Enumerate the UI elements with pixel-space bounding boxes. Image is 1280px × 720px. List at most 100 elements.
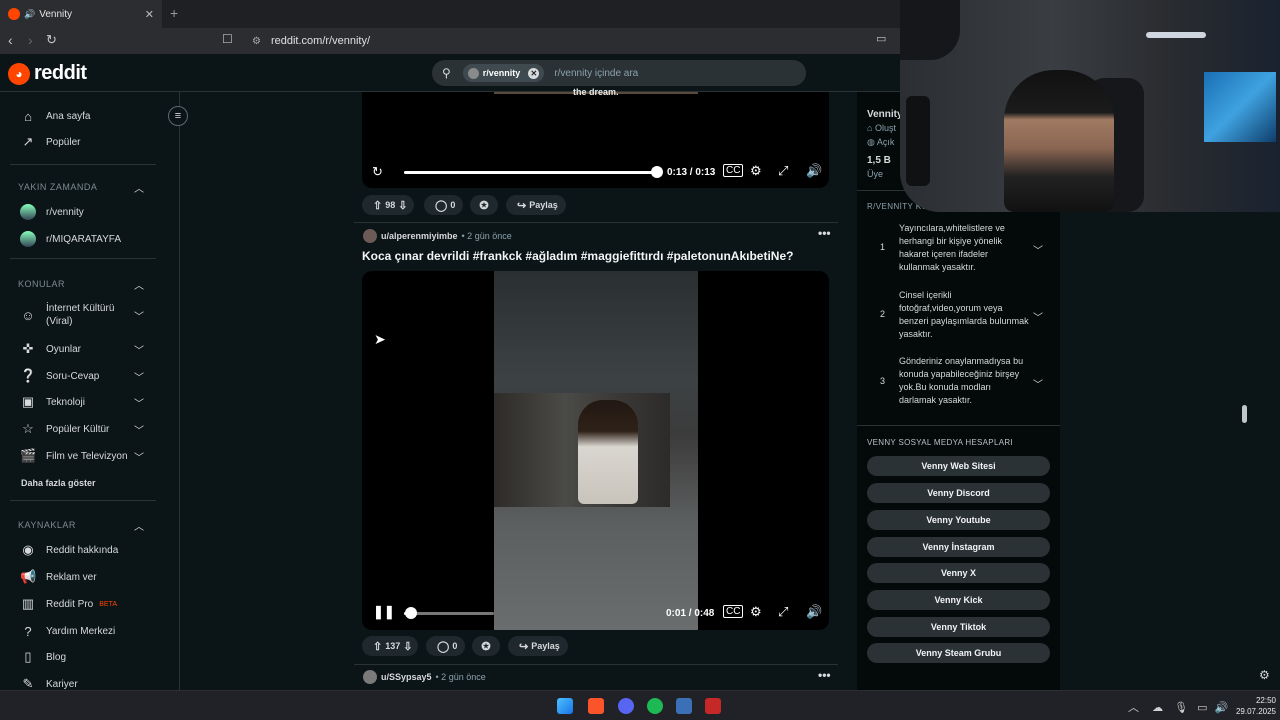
close-tab-icon[interactable]: ✕ xyxy=(145,8,154,21)
post3-author[interactable]: u/SSypsay5 xyxy=(381,672,432,682)
nav-home[interactable]: ⌂ Ana sayfa xyxy=(20,106,90,126)
chevron-down-icon[interactable]: ﹀ xyxy=(1033,242,1043,257)
forward-icon[interactable]: › xyxy=(28,32,33,48)
settings-gear-icon[interactable]: ⚙ xyxy=(750,163,762,179)
recent-item-miqaratayfa[interactable]: r/MIQARATAYFA xyxy=(20,229,121,249)
social-button-tiktok[interactable]: Venny Tiktok xyxy=(867,617,1050,637)
spotify-icon[interactable] xyxy=(647,698,663,714)
fullscreen-icon[interactable]: ⤢ xyxy=(778,163,788,179)
chevron-down-icon[interactable]: ﹀ xyxy=(134,308,144,323)
new-tab-icon[interactable]: + xyxy=(170,5,178,21)
chevron-up-icon[interactable]: ︿ xyxy=(134,518,144,533)
chevron-down-icon[interactable]: ﹀ xyxy=(1033,309,1043,324)
reddit-logo[interactable]: ◕ reddit xyxy=(8,62,87,85)
user-avatar[interactable] xyxy=(363,670,377,684)
social-button-instagram[interactable]: Venny İnstagram xyxy=(867,537,1050,557)
browser-tab[interactable]: 🔊 Vennity ✕ xyxy=(0,0,162,28)
topics-header[interactable]: KONULAR xyxy=(18,279,65,289)
settings-gear-icon[interactable]: ⚙ xyxy=(750,604,762,620)
topic-internet-culture[interactable]: ☺ İnternet Kültürü (Viral) ﹀ xyxy=(20,300,144,330)
recent-item-vennity[interactable]: r/vennity xyxy=(20,202,84,222)
social-button-youtube[interactable]: Venny Youtube xyxy=(867,510,1050,530)
post2-author[interactable]: u/alperenmiyimbe xyxy=(381,231,458,241)
audio-playing-icon[interactable]: 🔊 xyxy=(24,9,35,20)
chevron-down-icon[interactable]: ﹀ xyxy=(134,395,144,410)
topic-film-tv[interactable]: 🎬 Film ve Televizyon ﹀ xyxy=(20,446,144,466)
chevron-up-icon[interactable]: ︿ xyxy=(134,180,144,195)
post2-comments-button[interactable]: ◯ 0 xyxy=(426,636,466,656)
downvote-icon[interactable]: ⇩ xyxy=(403,640,412,653)
video-progress-handle[interactable] xyxy=(405,607,417,619)
more-options-icon[interactable]: ••• xyxy=(818,668,831,682)
topic-qa[interactable]: ❔ Soru-Cevap ﹀ xyxy=(20,366,144,386)
more-options-icon[interactable]: ••• xyxy=(818,226,831,240)
resource-help[interactable]: ? Yardım Merkezi xyxy=(20,621,115,641)
app-icon[interactable] xyxy=(705,698,721,714)
downvote-icon[interactable]: ⇩ xyxy=(398,199,407,212)
post1-comments-button[interactable]: ◯ 0 xyxy=(424,195,464,215)
chevron-down-icon[interactable]: ﹀ xyxy=(1033,376,1043,391)
chevron-down-icon[interactable]: ﹀ xyxy=(134,369,144,384)
windows-start-icon[interactable] xyxy=(557,698,573,714)
social-button-discord[interactable]: Venny Discord xyxy=(867,483,1050,503)
scrollbar-thumb[interactable] xyxy=(1242,405,1247,423)
settings-gear-icon[interactable]: ⚙ xyxy=(1259,668,1270,682)
brave-browser-icon[interactable] xyxy=(588,698,604,714)
clear-chip-icon[interactable]: ✕ xyxy=(528,67,540,79)
topic-games[interactable]: ✜ Oyunlar ﹀ xyxy=(20,339,144,359)
subreddit-filter-chip[interactable]: r/vennity ✕ xyxy=(462,64,545,82)
post1-share-button[interactable]: ↪ Paylaş xyxy=(506,195,566,215)
post2-title[interactable]: Koca çınar devrildi #frankck #ağladım #m… xyxy=(362,249,793,263)
cloud-icon[interactable]: ☁ xyxy=(1152,702,1163,714)
captions-icon[interactable]: CC xyxy=(723,605,744,618)
captions-icon[interactable]: CC xyxy=(723,164,744,177)
chevron-down-icon[interactable]: ﹀ xyxy=(134,422,144,437)
chevron-up-icon[interactable]: ︿ xyxy=(1128,702,1139,714)
back-icon[interactable]: ‹ xyxy=(8,32,13,48)
volume-icon[interactable]: 🔊 xyxy=(806,604,822,620)
resource-advertise[interactable]: 📢 Reklam ver xyxy=(20,567,97,587)
topic-technology[interactable]: ▣ Teknoloji ﹀ xyxy=(20,392,144,412)
nav-popular[interactable]: ↗ Popüler xyxy=(20,132,81,152)
address-bar[interactable]: ⚙ reddit.com/r/vennity/ xyxy=(244,31,904,51)
site-info-icon[interactable]: ⚙ xyxy=(252,36,261,47)
user-avatar[interactable] xyxy=(363,229,377,243)
show-more-link[interactable]: Daha fazla göster xyxy=(21,473,96,493)
discord-icon[interactable] xyxy=(618,698,634,714)
rule-text[interactable]: Cinsel içerikli fotoğraf,video,yorum vey… xyxy=(899,289,1029,341)
video-progress-track[interactable] xyxy=(404,612,494,615)
upvote-icon[interactable]: ⇧ xyxy=(373,640,382,653)
network-icon[interactable]: ▭ xyxy=(1197,702,1207,714)
social-button-steam[interactable]: Venny Steam Grubu xyxy=(867,643,1050,663)
upvote-icon[interactable]: ⇧ xyxy=(373,199,382,212)
taskbar-clock[interactable]: 22:50 29.07.2025 xyxy=(1226,695,1276,717)
app-icon[interactable] xyxy=(676,698,692,714)
resource-reddit-pro[interactable]: ▥ Reddit Pro BETA xyxy=(20,594,117,614)
post2-share-button[interactable]: ↪ Paylaş xyxy=(508,636,568,656)
microphone-icon[interactable]: 🎙 xyxy=(1174,702,1188,714)
collapse-sidebar-button[interactable]: ≡ xyxy=(168,106,188,126)
video-progress-handle[interactable] xyxy=(651,166,663,178)
social-button-website[interactable]: Venny Web Sitesi xyxy=(867,456,1050,476)
social-button-kick[interactable]: Venny Kick xyxy=(867,590,1050,610)
post2-award-button[interactable]: ✪ xyxy=(472,636,500,656)
bookmark-icon[interactable]: ☐ xyxy=(222,32,233,46)
social-button-x[interactable]: Venny X xyxy=(867,563,1050,583)
post1-award-button[interactable]: ✪ xyxy=(470,195,498,215)
search-bar[interactable]: ⚲ r/vennity ✕ r/vennity içinde ara xyxy=(432,60,806,86)
chevron-up-icon[interactable]: ︿ xyxy=(134,277,144,292)
cast-icon[interactable]: ▭ xyxy=(876,32,886,45)
chevron-down-icon[interactable]: ﹀ xyxy=(134,449,144,464)
chevron-down-icon[interactable]: ﹀ xyxy=(134,342,144,357)
reload-icon[interactable]: ↻ xyxy=(46,32,57,48)
resource-blog[interactable]: ▯ Blog xyxy=(20,647,66,667)
fullscreen-icon[interactable]: ⤢ xyxy=(778,604,788,620)
resource-about[interactable]: ◉ Reddit hakkında xyxy=(20,540,118,560)
resources-header[interactable]: KAYNAKLAR xyxy=(18,520,76,530)
search-input[interactable]: r/vennity içinde ara xyxy=(554,68,638,79)
rule-text[interactable]: Yayıncılara,whitelistlere ve herhangi bi… xyxy=(899,222,1029,274)
replay-icon[interactable]: ↻ xyxy=(372,164,383,180)
pause-icon[interactable]: ❚❚ xyxy=(373,604,395,620)
topic-pop-culture[interactable]: ☆ Popüler Kültür ﹀ xyxy=(20,419,144,439)
recent-header[interactable]: YAKIN ZAMANDA xyxy=(18,182,97,192)
